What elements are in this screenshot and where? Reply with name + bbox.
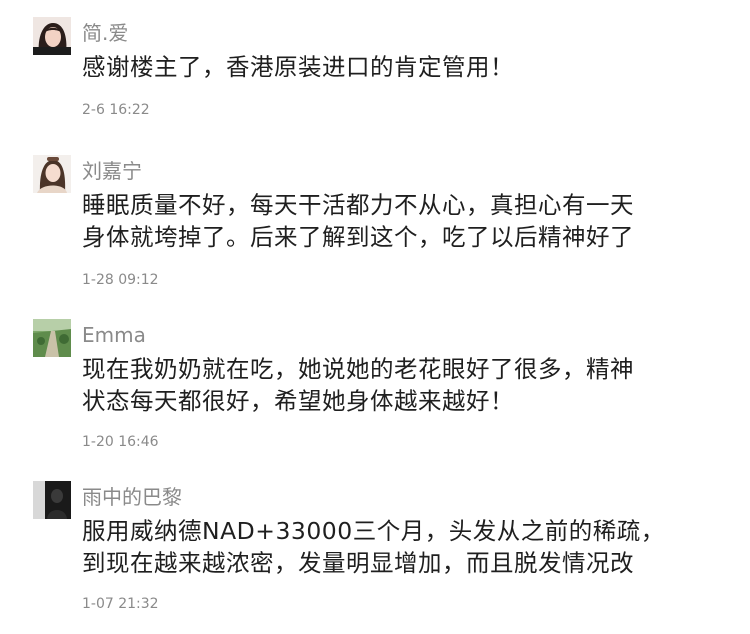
username[interactable]: 简.爱: [82, 19, 128, 47]
avatar[interactable]: [33, 481, 71, 519]
timestamp: 1-20 16:46: [82, 434, 159, 450]
username[interactable]: 刘嘉宁: [82, 157, 142, 185]
comment-line: 到现在越来越浓密，发量明显增加，而且脱发情况改: [82, 549, 634, 577]
comment-text: 感谢楼主了，香港原装进口的肯定管用！: [82, 51, 722, 83]
avatar[interactable]: [33, 155, 71, 193]
comment-text: 现在我奶奶就在吃，她说她的老花眼好了很多，精神 状态每天都很好，希望她身体越来越…: [82, 353, 722, 417]
timestamp: 2-6 16:22: [82, 102, 150, 118]
avatar-woman-light-icon: [33, 155, 71, 193]
username[interactable]: 雨中的巴黎: [82, 483, 182, 511]
avatar-green-landscape-icon: [33, 319, 71, 357]
comment-line: 服用威纳德NAD+33000三个月，头发从之前的稀疏，: [82, 517, 665, 545]
timestamp: 1-07 21:32: [82, 596, 159, 612]
comment-line: 身体就垮掉了。后来了解到这个，吃了以后精神好了: [82, 223, 634, 251]
comment-line: 状态每天都很好，希望她身体越来越好！: [82, 387, 514, 415]
avatar[interactable]: [33, 319, 71, 357]
comment-text: 睡眠质量不好，每天干活都力不从心，真担心有一天 身体就垮掉了。后来了解到这个，吃…: [82, 189, 722, 253]
avatar[interactable]: [33, 17, 71, 55]
avatar-dark-portrait-icon: [33, 481, 71, 519]
comment-text: 服用威纳德NAD+33000三个月，头发从之前的稀疏， 到现在越来越浓密，发量明…: [82, 515, 722, 579]
username[interactable]: Emma: [82, 321, 146, 349]
comment-line: 感谢楼主了，香港原装进口的肯定管用！: [82, 53, 514, 81]
comment-line: 睡眠质量不好，每天干活都力不从心，真担心有一天: [82, 191, 634, 219]
comment-line: 现在我奶奶就在吃，她说她的老花眼好了很多，精神: [82, 355, 634, 383]
timestamp: 1-28 09:12: [82, 272, 159, 288]
avatar-girl-dark-hair-icon: [33, 17, 71, 55]
